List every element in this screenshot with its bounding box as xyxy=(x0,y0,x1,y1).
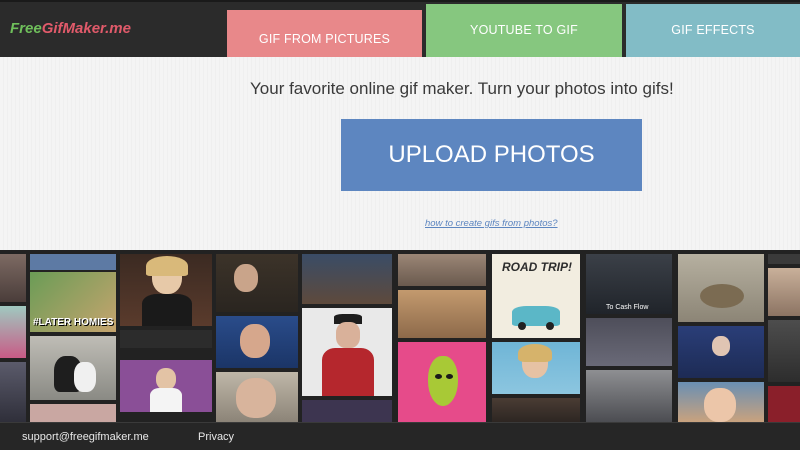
gif-thumbnail[interactable] xyxy=(768,320,800,382)
gif-caption: ROAD TRIP! xyxy=(502,260,572,274)
gif-thumbnail[interactable] xyxy=(30,254,116,270)
gif-thumbnail[interactable] xyxy=(678,326,764,378)
gif-thumbnail[interactable] xyxy=(216,254,298,312)
tab-youtube-to-gif[interactable]: YOUTUBE TO GIF xyxy=(426,4,622,59)
page: FreeGifMaker.me GIF FROM PICTURES YOUTUB… xyxy=(0,0,800,450)
gif-thumbnail[interactable] xyxy=(492,398,580,422)
person-shape xyxy=(322,348,374,396)
support-email-link[interactable]: support@freegifmaker.me xyxy=(22,431,149,443)
person-shape xyxy=(150,388,182,412)
gif-thumbnail[interactable] xyxy=(768,254,800,264)
logo-domain: .me xyxy=(105,20,131,37)
gif-thumbnail[interactable] xyxy=(768,386,800,422)
tab-label: GIF EFFECTS xyxy=(671,22,755,37)
privacy-link[interactable]: Privacy xyxy=(198,431,234,443)
person-shape xyxy=(336,322,360,348)
logo-gifmaker: GifMaker xyxy=(41,20,106,37)
person-shape xyxy=(234,264,258,292)
gif-thumbnail[interactable] xyxy=(0,254,26,302)
person-shape xyxy=(156,368,176,390)
pear-eye xyxy=(446,374,453,379)
gif-thumbnail[interactable] xyxy=(0,362,26,422)
gif-thumbnail[interactable] xyxy=(678,382,764,422)
gif-thumbnail[interactable] xyxy=(120,330,212,348)
tab-label: YOUTUBE TO GIF xyxy=(470,22,578,37)
gif-thumbnail[interactable]: #LATER HOMIES xyxy=(30,272,116,332)
person-shape xyxy=(146,256,188,276)
tagline: Your favorite online gif maker. Turn you… xyxy=(250,79,674,98)
gif-thumbnail[interactable] xyxy=(0,306,26,358)
gif-thumbnail[interactable] xyxy=(30,336,116,400)
gif-thumbnail[interactable]: To Cash Flow xyxy=(586,254,672,314)
gif-thumbnail[interactable] xyxy=(302,254,392,304)
person-shape xyxy=(240,324,270,358)
person-shape xyxy=(704,388,736,422)
gif-thumbnail[interactable] xyxy=(586,370,672,422)
tab-label: GIF FROM PICTURES xyxy=(258,31,391,46)
gif-thumbnail[interactable] xyxy=(398,342,486,422)
person-shape xyxy=(518,344,552,362)
person-shape xyxy=(236,378,276,418)
upload-photos-button[interactable]: UPLOAD PHOTOS xyxy=(341,119,642,191)
pear-character xyxy=(428,356,458,406)
gif-thumbnail[interactable] xyxy=(120,254,212,326)
site-logo[interactable]: FreeGifMaker.me xyxy=(10,20,131,37)
person-shape xyxy=(142,294,192,326)
gif-thumbnail[interactable] xyxy=(120,360,212,412)
person-shape xyxy=(712,336,730,356)
how-to-link[interactable]: how to create gifs from photos? xyxy=(425,218,558,229)
logo-free: Free xyxy=(10,20,42,37)
footer: support@freegifmaker.me Privacy xyxy=(0,422,800,450)
top-nav: FreeGifMaker.me GIF FROM PICTURES YOUTUB… xyxy=(0,0,800,65)
gif-thumbnail[interactable] xyxy=(678,254,764,322)
gif-thumbnail[interactable] xyxy=(302,400,392,422)
gif-thumbnail[interactable] xyxy=(216,316,298,368)
animal-shape xyxy=(700,284,744,308)
gif-gallery: #LATER HOMIES ROAD TRIP! To Cash Flow xyxy=(0,250,800,422)
gif-thumbnail[interactable] xyxy=(216,372,298,422)
cat-shape xyxy=(74,362,96,392)
gif-thumbnail[interactable] xyxy=(586,318,672,366)
car-wheel xyxy=(546,322,554,330)
hero-panel: Your favorite online gif maker. Turn you… xyxy=(0,57,800,250)
gif-thumbnail[interactable] xyxy=(30,404,116,422)
car-wheel xyxy=(518,322,526,330)
gif-caption: To Cash Flow xyxy=(606,304,649,311)
gif-thumbnail[interactable]: ROAD TRIP! xyxy=(492,254,580,338)
tab-gif-effects[interactable]: GIF EFFECTS xyxy=(626,4,800,59)
gif-thumbnail[interactable] xyxy=(492,342,580,394)
gif-caption: #LATER HOMIES xyxy=(33,317,114,328)
gif-thumbnail[interactable] xyxy=(398,254,486,286)
gif-thumbnail[interactable] xyxy=(398,290,486,338)
pear-eye xyxy=(435,374,442,379)
gif-thumbnail[interactable] xyxy=(302,308,392,396)
gif-thumbnail[interactable] xyxy=(768,268,800,316)
